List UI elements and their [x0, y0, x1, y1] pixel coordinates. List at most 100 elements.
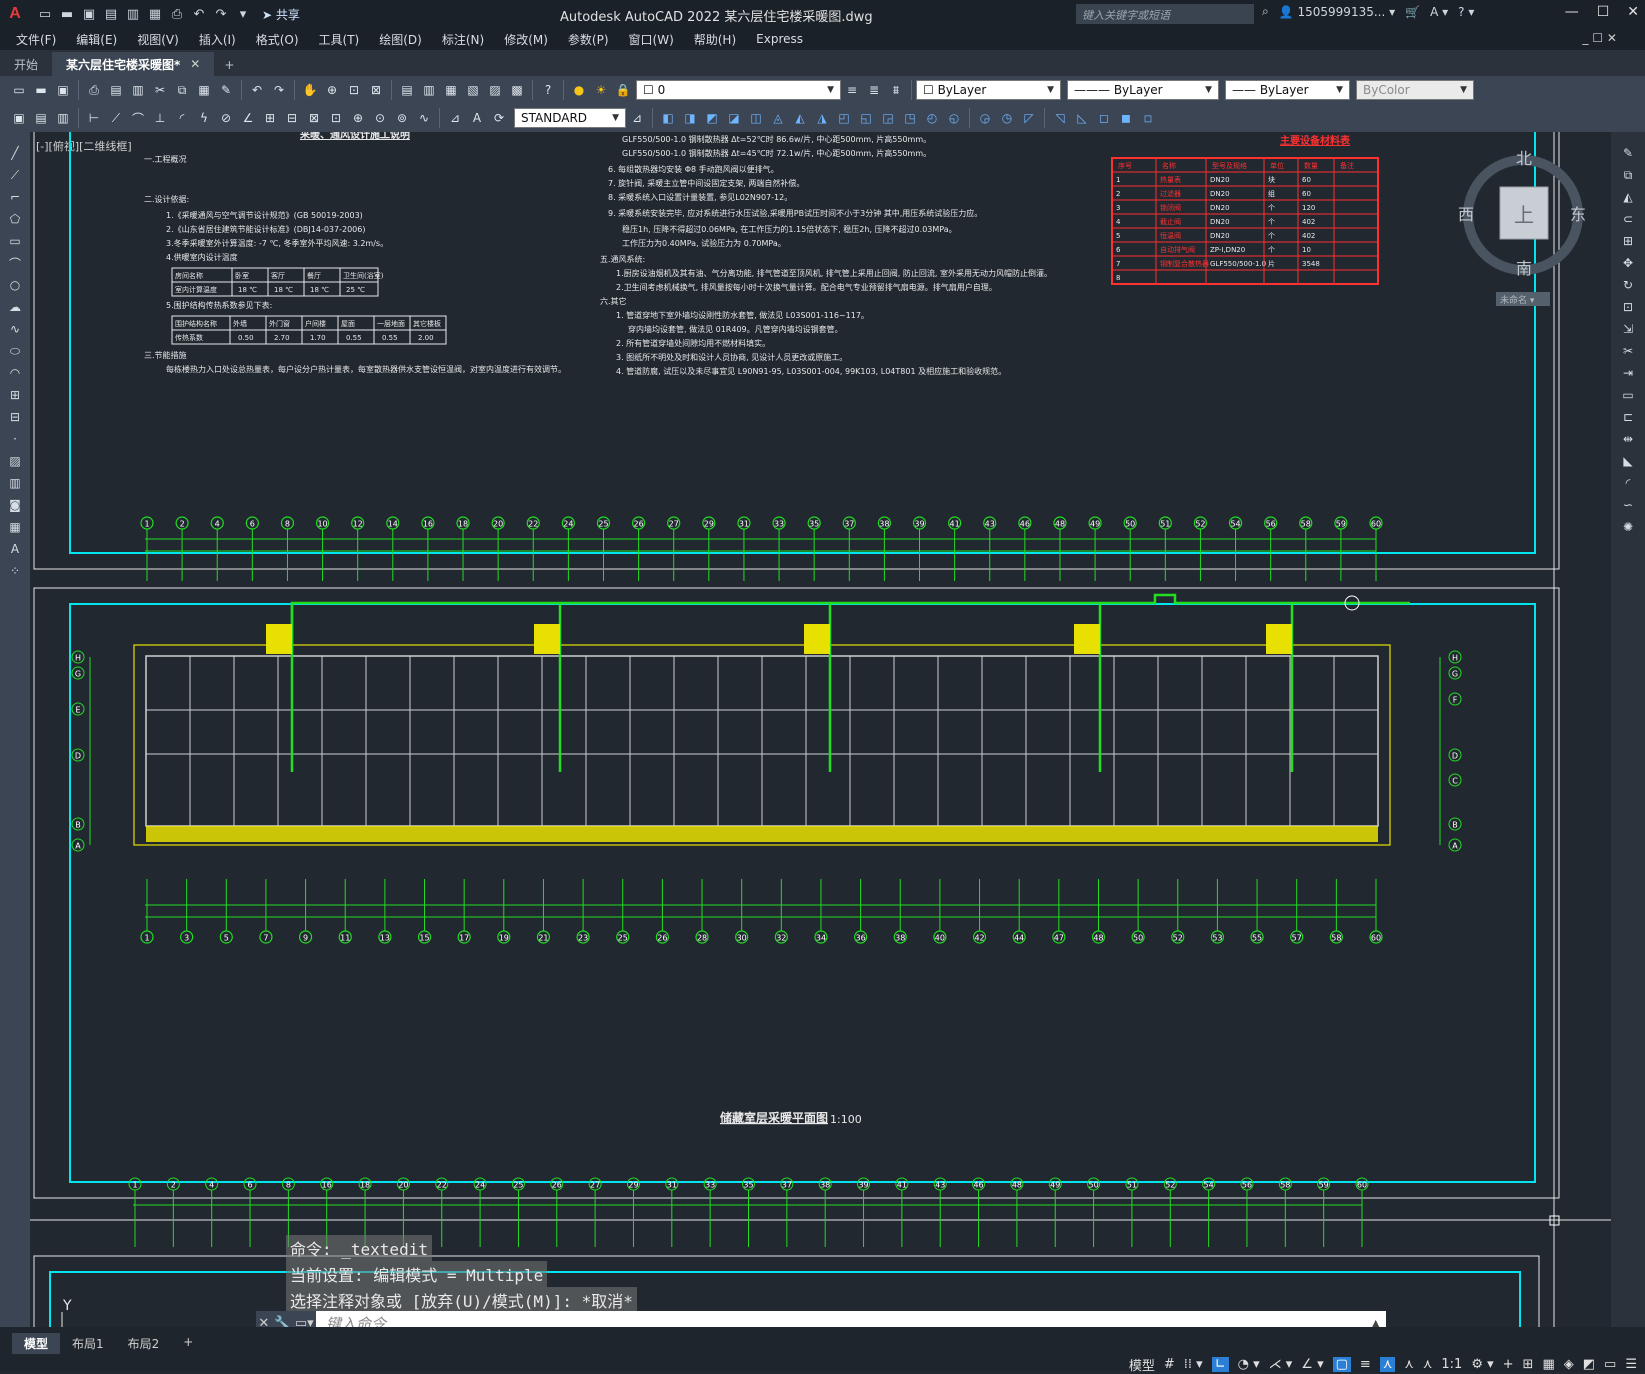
lights-icon[interactable]: ◸ — [1020, 109, 1038, 127]
line-icon[interactable]: ╱ — [5, 144, 25, 162]
tab-model[interactable]: 模型 — [12, 1333, 61, 1354]
open-file-icon[interactable]: ▬ — [58, 5, 76, 23]
radius-dim-icon[interactable]: ◜ — [173, 109, 191, 127]
extend-icon[interactable]: ⇥ — [1618, 364, 1638, 382]
point-icon[interactable]: · — [5, 430, 25, 448]
offset-icon[interactable]: ⊂ — [1618, 210, 1638, 228]
undo-icon[interactable]: ↶ — [190, 5, 208, 23]
3d-wedge-icon[interactable]: ◨ — [681, 109, 699, 127]
open-icon[interactable]: ▬ — [32, 81, 50, 99]
isolate-objects-icon[interactable]: ◈ — [1564, 1357, 1574, 1372]
menu-draw[interactable]: 绘图(D) — [379, 31, 422, 48]
break-at-point-icon[interactable]: ▭ — [1618, 386, 1638, 404]
3d-pyramid-icon[interactable]: ◭ — [791, 109, 809, 127]
sweep-icon[interactable]: ◱ — [857, 109, 875, 127]
annotation-visibility-icon[interactable]: ⋏ — [1379, 1357, 1396, 1372]
zoom-window-icon[interactable]: ⊡ — [345, 81, 363, 99]
color-dropdown[interactable]: ☐ ByLayer ▼ — [916, 80, 1061, 100]
design-center-icon[interactable]: ▥ — [420, 81, 438, 99]
grid-icon[interactable]: # — [1164, 1357, 1175, 1372]
auto-scale-icon[interactable]: ⋏ — [1404, 1357, 1414, 1372]
user-account[interactable]: 👤 1505999135... ▾ — [1279, 5, 1395, 19]
block-icon[interactable]: ▤ — [32, 109, 50, 127]
minimize-button[interactable]: — — [1565, 4, 1579, 20]
layer-lock-icon[interactable]: 🔒 — [614, 81, 632, 99]
gradient-icon[interactable]: ▥ — [5, 474, 25, 492]
add-selected-icon[interactable]: ⁘ — [5, 562, 25, 580]
baseline-dim-icon[interactable]: ⊟ — [283, 109, 301, 127]
object-snap-icon[interactable]: ▢ — [1332, 1357, 1351, 1372]
quick-dim-icon[interactable]: ⊞ — [261, 109, 279, 127]
layer-on-icon[interactable]: ● — [570, 81, 588, 99]
mirror-icon[interactable]: ◭ — [1618, 188, 1638, 206]
close-tab-icon[interactable]: ✕ — [190, 57, 200, 71]
autocad-logo-icon[interactable]: A — [0, 0, 30, 28]
polygon-icon[interactable]: ⬠ — [5, 210, 25, 228]
revision-cloud-icon[interactable]: ☁ — [5, 298, 25, 316]
workspace-icon[interactable]: ▣ — [10, 109, 28, 127]
scale-icon[interactable]: ⊡ — [1618, 298, 1638, 316]
match-prop-icon[interactable]: ✎ — [217, 81, 235, 99]
rotate-icon[interactable]: ↻ — [1618, 276, 1638, 294]
extrude-icon[interactable]: ◮ — [813, 109, 831, 127]
new-file-icon[interactable]: ▭ — [36, 5, 54, 23]
layer-freeze-icon[interactable]: ☀ — [592, 81, 610, 99]
share-button[interactable]: ➤ 共享 — [262, 6, 300, 23]
jogged-dim-icon[interactable]: ϟ — [195, 109, 213, 127]
plot-icon[interactable]: ⎙ — [85, 81, 103, 99]
jogged-linear-icon[interactable]: ∿ — [415, 109, 433, 127]
sheet-set-icon[interactable]: ▧ — [464, 81, 482, 99]
polyline-icon[interactable]: ⌐ — [5, 188, 25, 206]
menu-express[interactable]: Express — [756, 32, 803, 46]
dim-text-edit-icon[interactable]: A — [468, 109, 486, 127]
rectangle-icon[interactable]: ▭ — [5, 232, 25, 250]
layer-states-icon[interactable]: ▥ — [54, 109, 72, 127]
new-tab-button[interactable]: + — [214, 54, 244, 76]
tab-drawing[interactable]: 某六层住宅楼采暖图* ✕ — [52, 52, 215, 76]
units-icon[interactable]: ⊞ — [1523, 1357, 1534, 1372]
properties-icon[interactable]: ▤ — [398, 81, 416, 99]
menu-help[interactable]: 帮助(H) — [694, 31, 736, 48]
quick-properties-icon[interactable]: ▦ — [1542, 1357, 1554, 1372]
close-button[interactable]: ✕ — [1627, 4, 1639, 20]
3d-sphere-icon[interactable]: ◪ — [725, 109, 743, 127]
angular-dim-icon[interactable]: ∠ — [239, 109, 257, 127]
copy-object-icon[interactable]: ⧉ — [1618, 166, 1638, 184]
construction-line-icon[interactable]: ⟋ — [5, 166, 25, 184]
qnew-icon[interactable]: ▭ — [10, 81, 28, 99]
dim-space-icon[interactable]: ⊡ — [327, 109, 345, 127]
region-icon[interactable]: ◙ — [5, 496, 25, 514]
intersect-icon[interactable]: ◵ — [945, 109, 963, 127]
calculator-icon[interactable]: ▩ — [508, 81, 526, 99]
aligned-dim-icon[interactable]: ⟋ — [107, 109, 125, 127]
tab-layout1[interactable]: 布局1 — [60, 1333, 116, 1354]
erase-icon[interactable]: ✎ — [1618, 144, 1638, 162]
plot-preview-icon[interactable]: ▤ — [107, 81, 125, 99]
thicken-icon[interactable]: ◼ — [1117, 109, 1135, 127]
menu-dimension[interactable]: 标注(N) — [442, 31, 484, 48]
3d-cylinder-icon[interactable]: ◫ — [747, 109, 765, 127]
stretch-icon[interactable]: ⇲ — [1618, 320, 1638, 338]
dim-edit-icon[interactable]: ⊿ — [446, 109, 464, 127]
lineweight-dropdown[interactable]: —— ByLayer ▼ — [1225, 80, 1350, 100]
chamfer-icon[interactable]: ◣ — [1618, 452, 1638, 470]
lineweight-icon[interactable]: ≡ — [1360, 1357, 1371, 1372]
center-mark-icon[interactable]: ⊙ — [371, 109, 389, 127]
subtract-icon[interactable]: ◴ — [923, 109, 941, 127]
menu-view[interactable]: 视图(V) — [137, 31, 179, 48]
annotation-scale-icon[interactable]: ⋏ — [1423, 1357, 1433, 1372]
dim-style-icon[interactable]: ⊿ — [628, 109, 646, 127]
redo-icon[interactable]: ↷ — [270, 81, 288, 99]
plus-icon[interactable]: + — [1503, 1357, 1514, 1372]
save-as-icon[interactable]: ▤ — [102, 5, 120, 23]
explode-icon[interactable]: ✺ — [1618, 518, 1638, 536]
clean-screen-icon[interactable]: ▭ — [1604, 1357, 1616, 1372]
union-icon[interactable]: ◳ — [901, 109, 919, 127]
menu-tools[interactable]: 工具(T) — [319, 31, 360, 48]
3d-box-icon[interactable]: ◧ — [659, 109, 677, 127]
circle-icon[interactable]: ○ — [5, 276, 25, 294]
dim-update-icon[interactable]: ⟳ — [490, 109, 508, 127]
array-icon[interactable]: ⊞ — [1618, 232, 1638, 250]
copy-icon[interactable]: ⧉ — [173, 81, 191, 99]
snap-icon[interactable]: ⁞⁞ ▾ — [1184, 1357, 1203, 1372]
